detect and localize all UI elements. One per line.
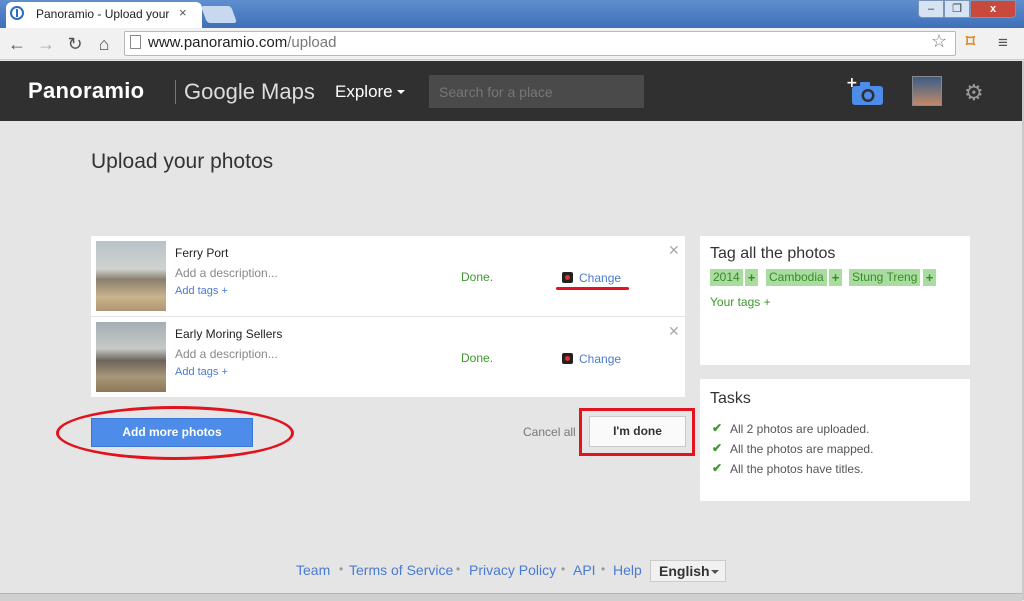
url-path: /upload <box>287 34 337 51</box>
user-avatar[interactable] <box>912 76 942 106</box>
task-item: All the photos have titles. <box>730 462 864 476</box>
close-icon[interactable]: ✕ <box>668 323 680 340</box>
footer-separator: • <box>456 562 461 576</box>
tasks-title: Tasks <box>710 390 751 407</box>
search-input[interactable] <box>429 75 644 108</box>
change-location-link[interactable]: Change <box>579 271 621 285</box>
checkmark-icon: ✔ <box>712 461 723 475</box>
your-tags-link[interactable]: Your tags + <box>710 295 771 309</box>
footer-link-team[interactable]: Team <box>296 562 330 578</box>
photo-thumbnail[interactable] <box>96 241 166 311</box>
chevron-down-icon[interactable] <box>711 570 719 574</box>
map-pin-icon <box>562 353 573 364</box>
close-icon[interactable]: ✕ <box>668 242 680 259</box>
footer-separator: • <box>601 562 606 576</box>
tag-add-icon[interactable]: + <box>829 269 842 286</box>
tag-add-icon[interactable]: + <box>923 269 936 286</box>
annotation-rectangle <box>579 408 695 456</box>
annotation-underline <box>556 287 629 290</box>
new-tab-button[interactable] <box>200 6 238 23</box>
tag-chip[interactable]: 2014 <box>710 269 743 286</box>
task-item: All 2 photos are uploaded. <box>730 422 870 436</box>
panoramio-logo[interactable]: Panoramio <box>28 78 144 104</box>
upload-status: Done. <box>461 351 494 365</box>
photo-thumbnail[interactable] <box>96 322 166 392</box>
tag-add-icon[interactable]: + <box>745 269 758 286</box>
add-tags-link[interactable]: Add tags + <box>175 285 228 297</box>
google-maps-link[interactable]: Google Maps <box>184 79 315 105</box>
bookmark-star-icon[interactable]: ☆ <box>931 31 947 52</box>
footer-separator: • <box>561 562 566 576</box>
home-icon[interactable]: ⌂ <box>93 33 115 55</box>
browser-tab[interactable]: Panoramio - Upload your <box>6 2 202 28</box>
footer-link-api[interactable]: API <box>573 562 596 578</box>
tag-chip[interactable]: Cambodia <box>766 269 827 286</box>
tag-panel-title: Tag all the photos <box>710 245 836 262</box>
photo-description-field[interactable]: Add a description... <box>175 347 278 361</box>
window-minimize-button[interactable]: – <box>918 0 944 18</box>
footer-separator: • <box>339 562 344 576</box>
window-close-button[interactable]: x <box>970 0 1016 18</box>
row-divider <box>91 316 685 317</box>
photo-title[interactable]: Early Moring Sellers <box>175 327 282 341</box>
chrome-menu-icon[interactable]: ≡ <box>998 33 1008 53</box>
page-title: Upload your photos <box>91 150 274 173</box>
panoramio-favicon-icon <box>10 6 24 20</box>
add-tags-link[interactable]: Add tags + <box>175 366 228 378</box>
photo-title[interactable]: Ferry Port <box>175 246 228 260</box>
chevron-down-icon[interactable] <box>397 90 405 94</box>
change-location-link[interactable]: Change <box>579 352 621 366</box>
map-pin-icon <box>562 272 573 283</box>
task-item: All the photos are mapped. <box>730 442 874 456</box>
tag-chip[interactable]: Stung Treng <box>849 269 921 286</box>
reload-icon[interactable]: ↻ <box>64 33 86 55</box>
upload-status: Done. <box>461 270 494 284</box>
gear-icon[interactable]: ⚙ <box>964 80 984 106</box>
annotation-ellipse <box>56 406 294 460</box>
tab-title: Panoramio - Upload your <box>36 7 170 21</box>
url-text[interactable]: www.panoramio.com/upload <box>148 34 336 51</box>
footer-link-privacy[interactable]: Privacy Policy <box>469 562 556 578</box>
page-icon <box>130 35 141 49</box>
back-arrow-icon[interactable]: ← <box>6 33 28 55</box>
checkmark-icon: ✔ <box>712 441 723 455</box>
checkmark-icon: ✔ <box>712 421 723 435</box>
upload-camera-icon[interactable]: + <box>846 76 884 106</box>
footer-link-terms[interactable]: Terms of Service <box>349 562 453 578</box>
header-divider <box>175 80 176 104</box>
footer-link-help[interactable]: Help <box>613 562 642 578</box>
tab-close-icon[interactable]: × <box>179 5 187 20</box>
forward-arrow-icon[interactable]: → <box>35 33 57 55</box>
url-host: www.panoramio.com <box>148 34 288 51</box>
explore-menu[interactable]: Explore <box>335 82 393 102</box>
extension-icon[interactable]: ⌑ <box>966 32 975 52</box>
cancel-all-link[interactable]: Cancel all <box>523 425 576 439</box>
window-maximize-button[interactable]: ❐ <box>944 0 970 18</box>
photo-description-field[interactable]: Add a description... <box>175 266 278 280</box>
